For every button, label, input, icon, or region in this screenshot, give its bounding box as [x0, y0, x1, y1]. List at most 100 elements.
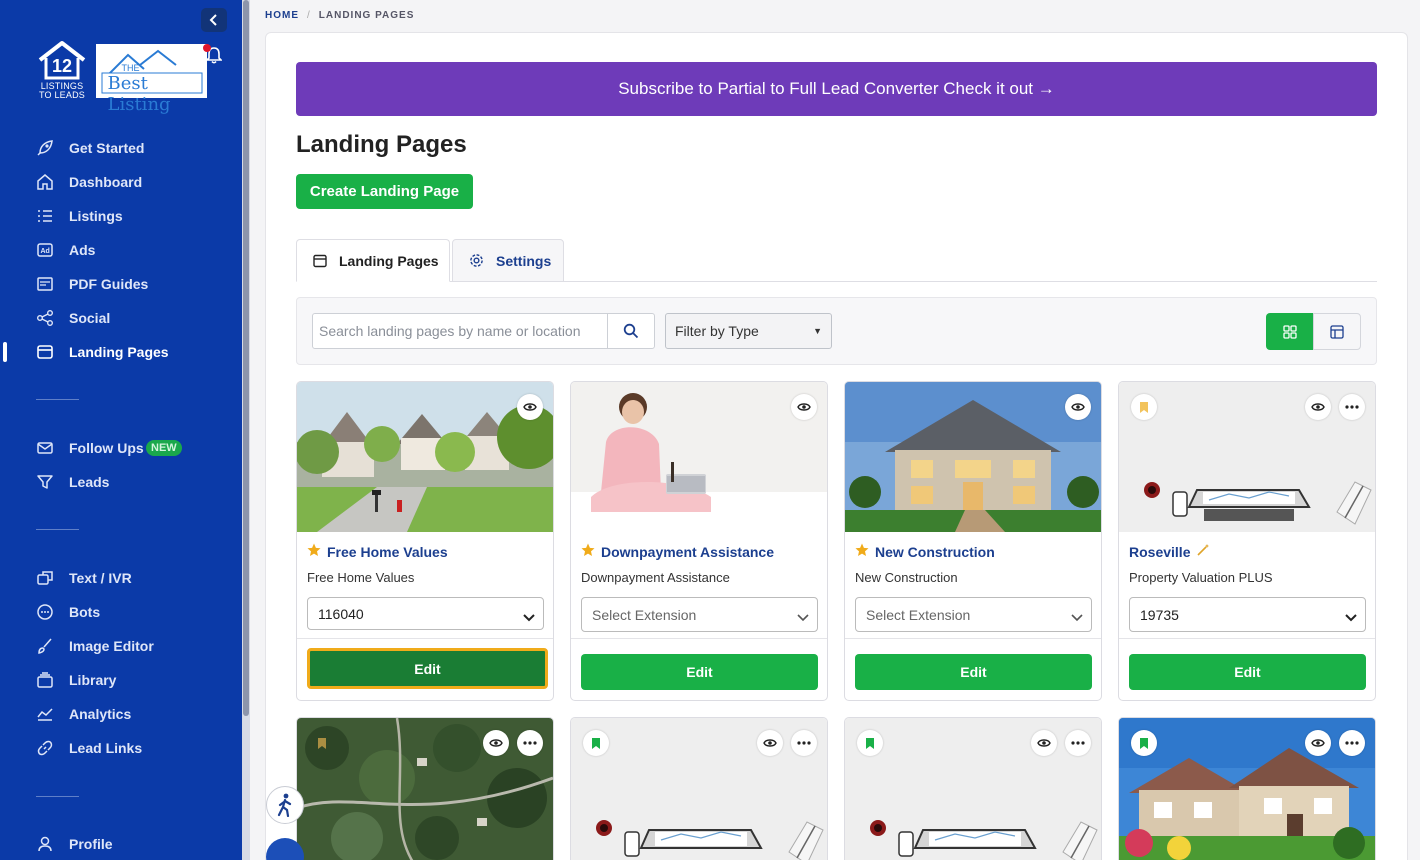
bookmark-button[interactable] [309, 730, 335, 756]
sidebar-item-image-editor[interactable]: Image Editor [0, 631, 242, 661]
more-options-button[interactable] [1065, 730, 1091, 756]
eye-icon [797, 403, 811, 411]
bookmark-button[interactable] [1131, 730, 1157, 756]
sidebar-item-label: Profile [69, 836, 113, 852]
preview-button[interactable] [791, 394, 817, 420]
accessibility-button[interactable] [266, 786, 304, 824]
tab-settings[interactable]: Settings [452, 239, 564, 282]
sidebar-item-get-started[interactable]: Get Started [0, 133, 242, 163]
card-divider [297, 638, 553, 639]
extension-select[interactable]: Select Extension [581, 597, 818, 632]
scrollbar-thumb[interactable] [243, 0, 249, 716]
bookmark-button[interactable] [857, 730, 883, 756]
more-options-button[interactable] [1339, 730, 1365, 756]
preview-button[interactable] [1031, 730, 1057, 756]
bookmark-button[interactable] [1131, 394, 1157, 420]
sidebar-item-profile[interactable]: Profile [0, 829, 242, 859]
card-subtitle: New Construction [855, 570, 958, 585]
sidebar-scrollbar[interactable] [242, 0, 250, 860]
chat-bubble-icon [36, 603, 54, 621]
collapse-sidebar-button[interactable] [201, 8, 227, 32]
sidebar-item-listings[interactable]: Listings [0, 201, 242, 231]
edit-button[interactable]: Edit [307, 648, 548, 689]
svg-text:Ad: Ad [41, 248, 50, 255]
search-icon [623, 323, 639, 339]
search-input[interactable]: Search landing pages by name or location [312, 313, 608, 349]
list-icon [36, 207, 54, 225]
chevron-down-icon [1345, 609, 1357, 625]
preview-button[interactable] [483, 730, 509, 756]
search-button[interactable] [607, 313, 655, 349]
bookmark-icon [318, 737, 326, 749]
card-subtitle: Free Home Values [307, 570, 415, 585]
card-thumbnail [571, 382, 827, 532]
sidebar-item-bots[interactable]: Bots [0, 597, 242, 627]
listings-to-leads-logo[interactable]: 12 LISTINGS TO LEADS [34, 40, 90, 102]
card-title[interactable]: New Construction [855, 543, 995, 560]
analytics-icon [36, 705, 54, 723]
tab-landing-pages[interactable]: Landing Pages [296, 239, 450, 282]
card-title[interactable]: Roseville [1129, 543, 1210, 560]
sidebar-item-lead-links[interactable]: Lead Links [0, 733, 242, 763]
preview-button[interactable] [757, 730, 783, 756]
notifications-button[interactable] [203, 44, 225, 66]
preview-button[interactable] [1305, 394, 1331, 420]
card-divider [1119, 638, 1375, 639]
filter-type-select[interactable]: Filter by Type ▼ [665, 313, 832, 349]
sidebar-item-analytics[interactable]: Analytics [0, 699, 242, 729]
sidebar-item-pdf-guides[interactable]: PDF Guides [0, 269, 242, 299]
extension-select[interactable]: Select Extension [855, 597, 1092, 632]
sidebar: 12 LISTINGS TO LEADS THE Best Listing Ge… [0, 0, 242, 860]
preview-button[interactable] [517, 394, 543, 420]
sidebar-item-dashboard[interactable]: Dashboard [0, 167, 242, 197]
extension-select[interactable]: 19735 [1129, 597, 1366, 632]
sidebar-item-landing-pages[interactable]: Landing Pages [0, 337, 242, 367]
sidebar-divider [36, 529, 79, 530]
card-subtitle: Property Valuation PLUS [1129, 570, 1273, 585]
card-thumbnail [845, 382, 1101, 532]
pdf-icon [36, 275, 54, 293]
subscribe-banner[interactable]: Subscribe to Partial to Full Lead Conver… [296, 62, 1377, 116]
preview-button[interactable] [1065, 394, 1091, 420]
more-options-button[interactable] [517, 730, 543, 756]
edit-button[interactable]: Edit [855, 654, 1092, 690]
sidebar-item-social[interactable]: Social [0, 303, 242, 333]
chevron-left-icon [209, 14, 217, 26]
sidebar-item-library[interactable]: Library [0, 665, 242, 695]
grid-view-button[interactable] [1266, 313, 1313, 350]
more-options-button[interactable] [1339, 394, 1365, 420]
edit-button[interactable]: Edit [581, 654, 818, 690]
table-view-button[interactable] [1313, 313, 1361, 350]
extension-select[interactable]: 116040 [307, 597, 544, 630]
sidebar-divider [36, 399, 79, 400]
breadcrumb-home[interactable]: HOME [265, 10, 299, 21]
user-icon [36, 835, 54, 853]
card-thumbnail [297, 718, 553, 860]
create-landing-page-button[interactable]: Create Landing Page [296, 174, 473, 209]
sidebar-item-leads[interactable]: Leads [0, 467, 242, 497]
bookmark-icon [592, 737, 600, 749]
sidebar-item-text-ivr[interactable]: Text / IVR [0, 563, 242, 593]
sidebar-item-label: Listings [69, 208, 123, 224]
bookmark-icon [1140, 401, 1148, 413]
sidebar-divider [36, 796, 79, 797]
breadcrumb: HOME / LANDING PAGES [265, 10, 414, 21]
new-badge: NEW [146, 440, 182, 456]
card-thumbnail [297, 382, 553, 532]
caret-down-icon: ▼ [813, 326, 822, 336]
more-options-button[interactable] [791, 730, 817, 756]
partner-name: Best Listing [107, 73, 171, 115]
card-title[interactable]: Downpayment Assistance [581, 543, 774, 560]
brush-icon [36, 637, 54, 655]
edit-button[interactable]: Edit [1129, 654, 1366, 690]
more-horizontal-icon [1071, 741, 1085, 745]
sidebar-item-label: PDF Guides [69, 276, 149, 292]
bookmark-button[interactable] [583, 730, 609, 756]
sidebar-item-follow-ups[interactable]: Follow Ups NEW [0, 433, 242, 463]
star-icon [307, 543, 321, 560]
sidebar-item-ads[interactable]: Ad Ads [0, 235, 242, 265]
card-title[interactable]: Free Home Values [307, 543, 448, 560]
preview-button[interactable] [1305, 730, 1331, 756]
landing-page-card: Free Home Values Free Home Values 116040… [296, 381, 554, 701]
eye-icon [763, 739, 777, 747]
